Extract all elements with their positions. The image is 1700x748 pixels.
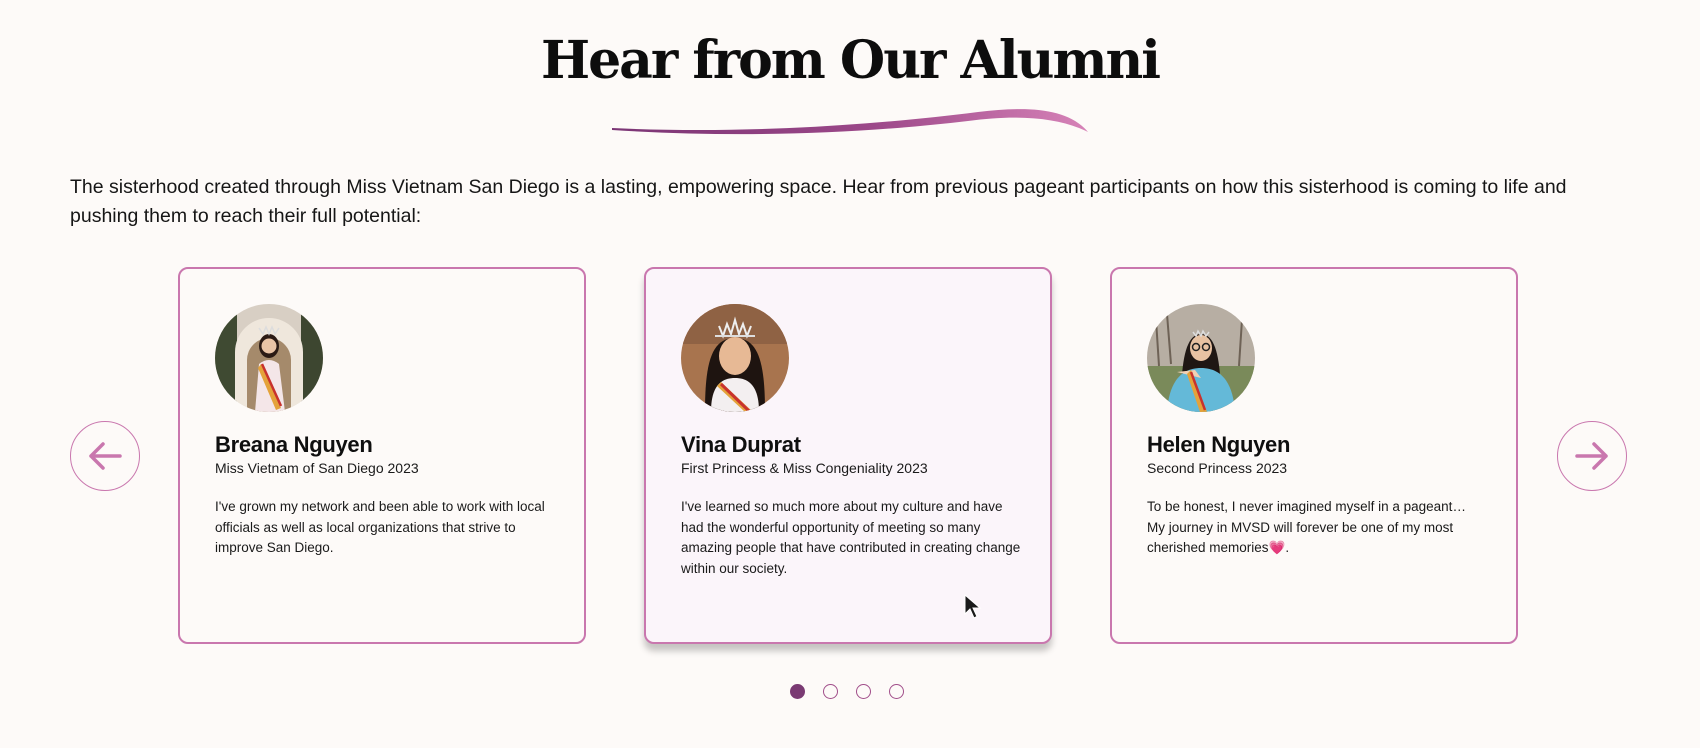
title-underline-swoosh xyxy=(612,109,1088,135)
testimonial-card: Breana Nguyen Miss Vietnam of San Diego … xyxy=(178,267,586,644)
testimonial-card-active: Vina Duprat First Princess & Miss Congen… xyxy=(644,267,1052,644)
pagination-dot-4[interactable] xyxy=(889,684,904,699)
pagination-dot-3[interactable] xyxy=(856,684,871,699)
arrow-right-icon xyxy=(1575,442,1608,470)
testimonial-name: Vina Duprat xyxy=(681,432,801,457)
carousel-next-button[interactable] xyxy=(1557,421,1627,491)
testimonial-quote: To be honest, I never imagined myself in… xyxy=(1147,499,1466,555)
testimonial-role: Second Princess 2023 xyxy=(1147,460,1288,476)
testimonial-quote: I've learned so much more about my cultu… xyxy=(681,499,1021,576)
testimonial-role: First Princess & Miss Congeniality 2023 xyxy=(681,460,928,476)
section-title: Hear from Our Alumni xyxy=(540,30,1161,91)
arrow-left-icon xyxy=(89,442,122,470)
avatar xyxy=(681,304,789,412)
testimonial-name: Breana Nguyen xyxy=(215,432,373,457)
testimonial-quote: I've grown my network and been able to w… xyxy=(215,499,545,555)
carousel-pagination xyxy=(790,684,904,699)
carousel-prev-button[interactable] xyxy=(70,421,140,491)
testimonial-role: Miss Vietnam of San Diego 2023 xyxy=(215,460,419,476)
testimonial-name: Helen Nguyen xyxy=(1147,432,1291,457)
pagination-dot-2[interactable] xyxy=(823,684,838,699)
pagination-dot-1[interactable] xyxy=(790,684,805,699)
testimonial-card: Helen Nguyen Second Princess 2023 To be … xyxy=(1110,267,1518,644)
avatar xyxy=(1147,304,1255,412)
avatar xyxy=(215,304,323,412)
section-intro: The sisterhood created through Miss Viet… xyxy=(70,176,1567,227)
mouse-cursor-icon xyxy=(964,594,982,619)
